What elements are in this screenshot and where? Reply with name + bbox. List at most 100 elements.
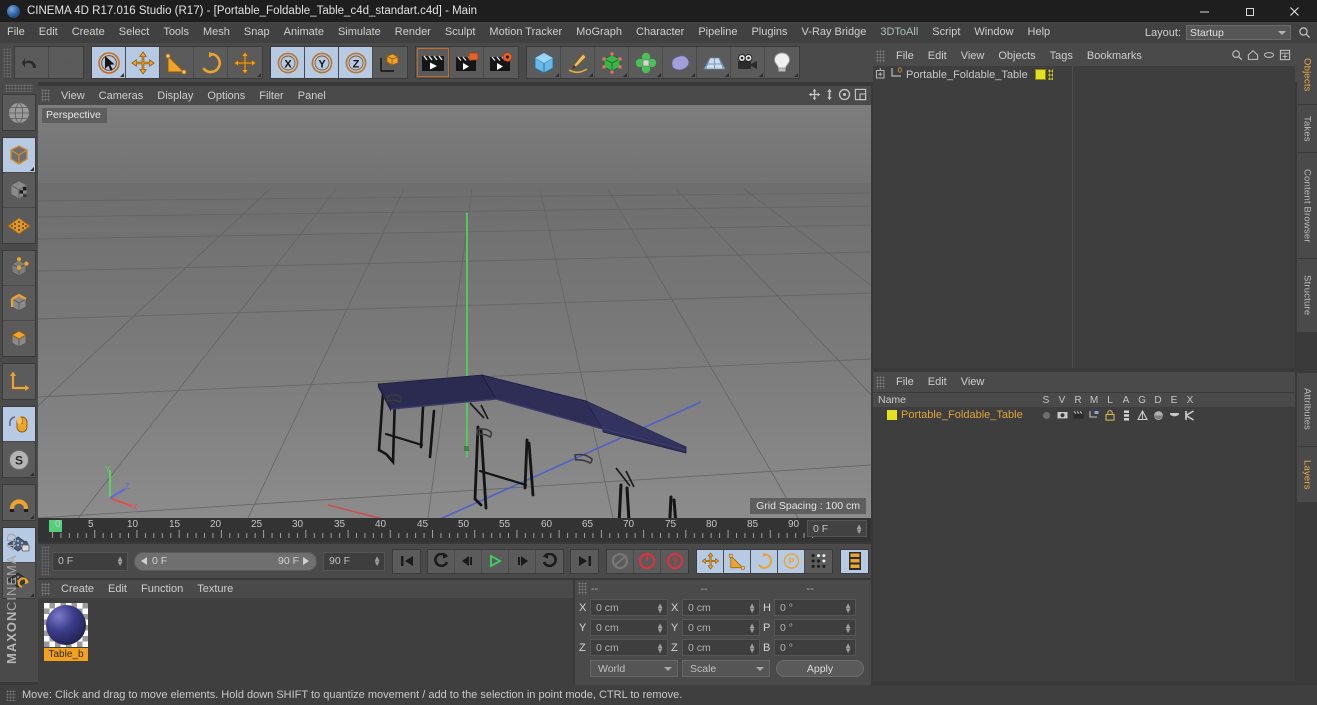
- layer-col-v[interactable]: V: [1054, 395, 1070, 406]
- zoom-view-icon[interactable]: [824, 88, 835, 104]
- rot-h-field[interactable]: 0 ° ▲ ▼: [774, 599, 856, 616]
- model-mode-button[interactable]: [3, 138, 35, 173]
- object-menu-edit[interactable]: Edit: [921, 50, 954, 62]
- tab-attributes[interactable]: Attributes: [1297, 373, 1317, 447]
- viewport-menu-options[interactable]: Options: [200, 90, 252, 102]
- render-view-button[interactable]: [416, 47, 450, 78]
- y-axis-lock[interactable]: Y: [305, 47, 339, 78]
- menu-character[interactable]: Character: [629, 22, 691, 43]
- live-selection-tool[interactable]: [92, 47, 126, 78]
- coord-system-dropdown[interactable]: World: [590, 660, 678, 677]
- world-object-coordinates[interactable]: [373, 47, 407, 78]
- spinner-icon[interactable]: ▲ ▼: [373, 554, 381, 567]
- layer-col-e[interactable]: E: [1166, 395, 1182, 406]
- layer-menu-file[interactable]: File: [889, 376, 921, 388]
- spinner-icon[interactable]: ▲ ▼: [656, 602, 664, 615]
- menu-sculpt[interactable]: Sculpt: [438, 22, 483, 43]
- rotation-key-toggle[interactable]: [751, 549, 778, 573]
- layer-col-r[interactable]: R: [1070, 395, 1086, 406]
- object-row[interactable]: 0 Portable_Foldable_Table: [873, 66, 1072, 83]
- menu-mesh[interactable]: Mesh: [196, 22, 237, 43]
- point-level-animation-toggle[interactable]: [805, 550, 832, 573]
- animation-icon[interactable]: [1118, 408, 1134, 422]
- menu-file[interactable]: File: [0, 22, 32, 43]
- menu-help[interactable]: Help: [1021, 22, 1058, 43]
- animation-layers-button[interactable]: [840, 548, 869, 574]
- range-right-arrow-icon[interactable]: [303, 557, 310, 565]
- home-icon[interactable]: [1247, 49, 1259, 64]
- manager-icon[interactable]: [1086, 408, 1102, 422]
- rotate-tool[interactable]: [194, 47, 228, 78]
- object-menu-bookmarks[interactable]: Bookmarks: [1080, 50, 1149, 62]
- menu-create[interactable]: Create: [65, 22, 112, 43]
- tag-dots-icon[interactable]: [1047, 69, 1053, 80]
- left-palette-grip[interactable]: [5, 84, 33, 92]
- layer-manager-grip[interactable]: [876, 375, 885, 389]
- material-menu-function[interactable]: Function: [134, 583, 190, 595]
- scale-key-toggle[interactable]: [724, 549, 751, 573]
- status-bar-grip[interactable]: [6, 689, 16, 701]
- preview-range-slider[interactable]: 0 F 90 F: [134, 551, 317, 571]
- spinner-icon[interactable]: ▲ ▼: [844, 642, 852, 655]
- go-to-previous-key-button[interactable]: [428, 549, 455, 573]
- add-environment-button[interactable]: [663, 47, 697, 78]
- add-camera-button[interactable]: [731, 47, 765, 78]
- timeline-ruler-bar[interactable]: 0 5 10 15 20 25 30 35 40 45 50 55 60 65 …: [38, 518, 871, 542]
- layer-manager-body[interactable]: Portable_Foldable_Table: [873, 407, 1295, 681]
- x-axis-lock[interactable]: X: [271, 47, 305, 78]
- search-icon[interactable]: [1295, 24, 1313, 42]
- menu-select[interactable]: Select: [112, 22, 157, 43]
- size-z-field[interactable]: 0 cm ▲ ▼: [682, 639, 760, 656]
- tab-takes[interactable]: Takes: [1297, 105, 1317, 153]
- tab-layers[interactable]: Layers: [1297, 447, 1317, 503]
- polygons-mode-button[interactable]: [3, 321, 35, 356]
- size-y-field[interactable]: 0 cm ▲ ▼: [682, 619, 760, 636]
- coordinate-manager-grip[interactable]: [578, 582, 587, 595]
- menu-window[interactable]: Window: [967, 22, 1020, 43]
- material-preview-thumbnail[interactable]: [44, 603, 88, 647]
- parameter-key-toggle[interactable]: P: [778, 549, 805, 573]
- z-axis-lock[interactable]: Z: [339, 47, 373, 78]
- make-editable-button[interactable]: [3, 95, 35, 130]
- soft-selection-button[interactable]: S: [3, 442, 35, 477]
- layer-col-g[interactable]: G: [1134, 395, 1150, 406]
- edges-mode-button[interactable]: [3, 286, 35, 321]
- go-to-end-button[interactable]: [571, 550, 598, 573]
- menu-simulate[interactable]: Simulate: [331, 22, 388, 43]
- material-tag-icon[interactable]: [1034, 69, 1046, 80]
- rotate-view-icon[interactable]: [838, 88, 851, 104]
- spinner-icon[interactable]: ▲ ▼: [656, 642, 664, 655]
- size-x-field[interactable]: 0 cm ▲ ▼: [682, 599, 760, 616]
- add-spline-button[interactable]: [561, 47, 595, 78]
- search-icon[interactable]: [1231, 49, 1243, 64]
- layer-col-s[interactable]: S: [1038, 395, 1054, 406]
- layer-color-swatch[interactable]: [887, 410, 897, 420]
- add-cube-button[interactable]: [527, 47, 561, 78]
- viewport-menu-filter[interactable]: Filter: [252, 90, 290, 102]
- material-menu-texture[interactable]: Texture: [190, 583, 240, 595]
- maximize-button[interactable]: [1227, 0, 1272, 22]
- render-settings-button[interactable]: [484, 47, 518, 78]
- rot-b-field[interactable]: 0 ° ▲ ▼: [774, 639, 856, 656]
- close-button[interactable]: [1272, 0, 1317, 22]
- object-name-label[interactable]: Portable_Foldable_Table: [906, 69, 1028, 81]
- material-item[interactable]: Table_b: [44, 603, 89, 661]
- go-to-next-key-button[interactable]: [536, 550, 563, 573]
- material-menu-create[interactable]: Create: [54, 583, 101, 595]
- layout-dropdown[interactable]: Startup: [1186, 25, 1291, 40]
- viewport-grip[interactable]: [41, 89, 50, 102]
- position-key-toggle[interactable]: [697, 549, 724, 573]
- pos-x-field[interactable]: 0 cm ▲ ▼: [590, 599, 668, 616]
- tab-objects[interactable]: Objects: [1297, 45, 1317, 105]
- end-frame-field[interactable]: 90 F ▲ ▼: [323, 551, 385, 571]
- apply-button[interactable]: Apply: [776, 660, 864, 677]
- object-manager-layer-column[interactable]: [1073, 66, 1295, 368]
- spinner-icon[interactable]: ▲ ▼: [748, 602, 756, 615]
- timeline-ruler[interactable]: 0 5 10 15 20 25 30 35 40 45 50 55 60 65 …: [38, 518, 871, 542]
- viewport-menu-display[interactable]: Display: [150, 90, 200, 102]
- material-menu-edit[interactable]: Edit: [101, 583, 134, 595]
- current-frame-field[interactable]: 0 F ▲ ▼: [52, 551, 128, 571]
- record-active-objects-button[interactable]: [607, 549, 634, 573]
- spinner-icon[interactable]: ▲ ▼: [116, 554, 124, 567]
- object-manager-grip[interactable]: [876, 49, 885, 63]
